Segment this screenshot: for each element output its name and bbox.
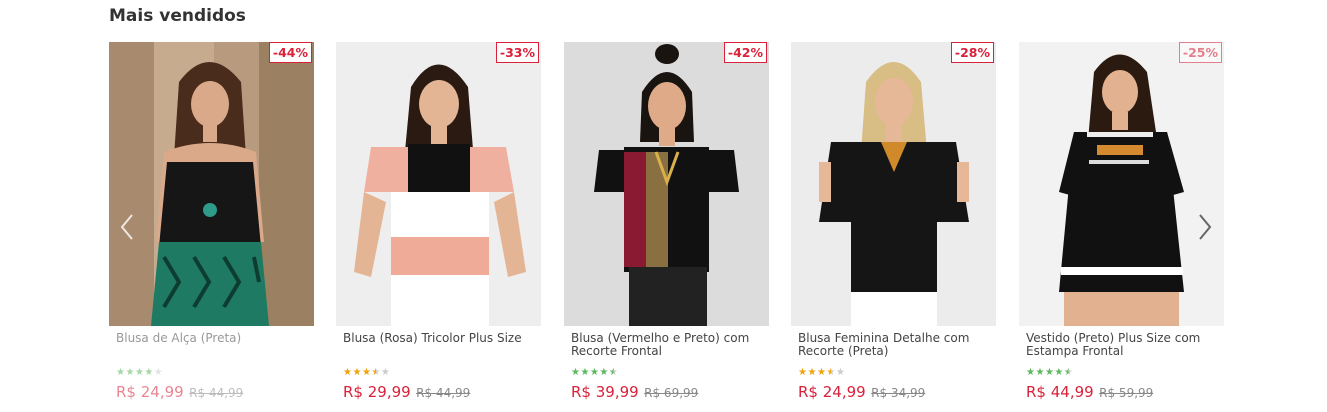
price-block: R$ 44,99 R$ 59,99 (1026, 383, 1153, 402)
rating-stars: ★★★★★ (1026, 367, 1073, 378)
star-icon: ★ (589, 367, 600, 378)
star-icon: ★ (580, 367, 590, 378)
product-name[interactable]: Blusa (Vermelho e Preto) com Recorte Fro… (571, 332, 771, 358)
star-icon: ★ (816, 367, 827, 378)
star-icon: ★ (153, 367, 164, 378)
current-price: R$ 29,99 (343, 383, 411, 401)
rating-stars: ★★★★★ (571, 367, 618, 378)
chevron-right-icon[interactable] (1195, 212, 1215, 242)
product-card[interactable]: -28% Blusa Feminina Detalhe com Recorte … (791, 42, 996, 412)
rating-stars: ★★★★★ (116, 367, 163, 378)
star-icon: ★ (380, 367, 391, 378)
current-price: R$ 24,99 (116, 383, 184, 401)
star-icon: ★ (826, 367, 836, 378)
star-icon: ★ (371, 367, 381, 378)
price-block: R$ 39,99 R$ 69,99 (571, 383, 698, 402)
product-name[interactable]: Vestido (Preto) Plus Size com Estampa Fr… (1026, 332, 1226, 358)
product-name[interactable]: Blusa Feminina Detalhe com Recorte (Pret… (798, 332, 998, 358)
discount-badge: -33% (495, 42, 539, 63)
star-icon: ★ (1035, 367, 1045, 378)
current-price: R$ 44,99 (1026, 383, 1094, 401)
old-price: R$ 44,99 (189, 386, 244, 400)
star-icon: ★ (835, 367, 846, 378)
star-icon: ★ (1044, 367, 1055, 378)
old-price: R$ 59,99 (1099, 386, 1154, 400)
discount-badge: -44% (268, 42, 312, 63)
price-block: R$ 29,99 R$ 44,99 (343, 383, 470, 402)
product-image[interactable]: -42% (564, 42, 769, 326)
star-icon: ★ (1054, 367, 1064, 378)
star-icon: ★ (599, 367, 609, 378)
product-carousel: -44% Blusa de Alça (Preta) ★★★★★ R$ 24,9… (109, 42, 1224, 412)
discount-badge: -28% (950, 42, 994, 63)
rating-stars: ★★★★★ (798, 367, 845, 378)
current-price: R$ 39,99 (571, 383, 639, 401)
product-image[interactable]: -44% (109, 42, 314, 326)
product-card[interactable]: -42% Blusa (Vermelho e Preto) com Recort… (564, 42, 769, 412)
discount-badge: -25% (1178, 42, 1222, 63)
star-icon: ★ (134, 367, 145, 378)
old-price: R$ 44,99 (416, 386, 471, 400)
product-image[interactable]: -28% (791, 42, 996, 326)
section-title: Mais vendidos (109, 6, 246, 26)
product-card[interactable]: -44% Blusa de Alça (Preta) ★★★★★ R$ 24,9… (109, 42, 314, 412)
chevron-left-icon[interactable] (117, 212, 137, 242)
star-icon: ★ (361, 367, 372, 378)
product-card[interactable]: -25% Vestido (Preto) Plus Size com Estam… (1019, 42, 1224, 412)
star-icon: ★ (144, 367, 154, 378)
star-icon: ★ (125, 367, 135, 378)
old-price: R$ 34,99 (871, 386, 926, 400)
rating-stars: ★★★★★ (343, 367, 390, 378)
star-icon: ★ (1063, 367, 1074, 378)
old-price: R$ 69,99 (644, 386, 699, 400)
price-block: R$ 24,99 R$ 44,99 (116, 383, 243, 402)
star-icon: ★ (807, 367, 817, 378)
product-image[interactable]: -25% (1019, 42, 1224, 326)
product-image[interactable]: -33% (336, 42, 541, 326)
product-name[interactable]: Blusa de Alça (Preta) (116, 332, 316, 345)
product-card[interactable]: -33% Blusa (Rosa) Tricolor Plus Size ★★★… (336, 42, 541, 412)
star-icon: ★ (352, 367, 362, 378)
discount-badge: -42% (723, 42, 767, 63)
current-price: R$ 24,99 (798, 383, 866, 401)
star-icon: ★ (608, 367, 619, 378)
price-block: R$ 24,99 R$ 34,99 (798, 383, 925, 402)
product-name[interactable]: Blusa (Rosa) Tricolor Plus Size (343, 332, 543, 345)
